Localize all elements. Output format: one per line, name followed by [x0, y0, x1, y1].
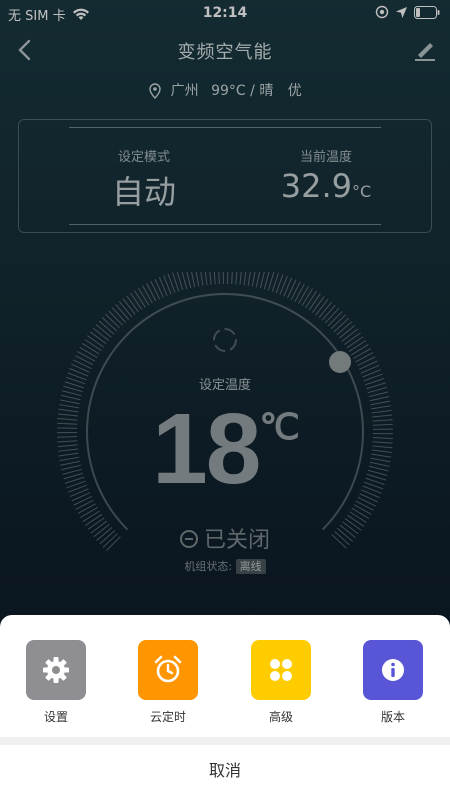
action-sheet: 设置 云定时 高级 版本 取消 — [0, 615, 450, 800]
alarm-clock-icon — [154, 655, 182, 683]
cloud-timer-tile[interactable] — [138, 640, 198, 700]
action-cloud-timer[interactable]: 云定时 — [128, 640, 208, 725]
four-petal-icon — [270, 659, 292, 681]
cancel-button[interactable]: 取消 — [0, 757, 450, 781]
sheet-divider — [0, 737, 450, 745]
version-tile[interactable] — [363, 640, 423, 700]
action-row: 设置 云定时 高级 版本 — [0, 640, 450, 740]
settings-tile[interactable] — [26, 640, 86, 700]
action-label: 高级 — [268, 710, 293, 724]
action-label: 设置 — [43, 710, 68, 724]
action-version[interactable]: 版本 — [353, 640, 433, 725]
action-settings[interactable]: 设置 — [16, 640, 96, 725]
gear-icon — [43, 657, 69, 683]
action-label: 版本 — [380, 710, 405, 724]
advanced-tile[interactable] — [251, 640, 311, 700]
action-label: 云定时 — [149, 710, 186, 724]
info-icon — [382, 659, 404, 681]
action-advanced[interactable]: 高级 — [241, 640, 321, 725]
